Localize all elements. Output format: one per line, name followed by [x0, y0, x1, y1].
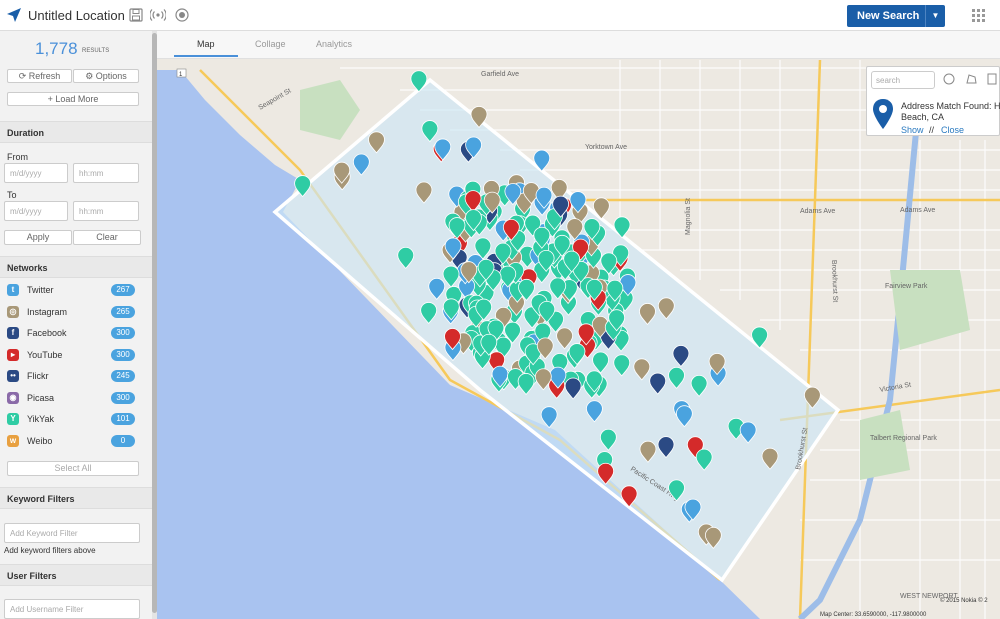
youtube-icon: ▸ — [7, 348, 19, 361]
network-count-badge: 245 — [111, 370, 135, 382]
network-facebook[interactable]: f Facebook 300 — [7, 326, 139, 340]
clear-button[interactable]: Clear — [73, 230, 141, 245]
duration-heading: Duration — [0, 121, 152, 143]
networks-heading: Networks — [0, 256, 152, 278]
network-name: Twitter — [27, 285, 54, 295]
picasa-icon: ◉ — [7, 391, 19, 404]
network-count-badge: 0 — [111, 434, 135, 447]
network-name: Instagram — [27, 306, 68, 317]
label-garfield: Garfield Ave — [481, 71, 519, 78]
show-link[interactable]: Show — [901, 125, 924, 135]
address-panel: search Address Match Found: H Beach, CA … — [866, 66, 1000, 136]
network-name: YikYak — [27, 414, 55, 424]
sidebar: 1,778 RESULTS ⟳ Refresh ⚙ Options + Load… — [0, 31, 152, 619]
network-count-badge: 300 — [111, 348, 135, 361]
from-label: From — [7, 152, 28, 162]
record-icon[interactable] — [175, 8, 189, 25]
network-count-badge: 101 — [111, 413, 135, 425]
map-canvas[interactable]: Garfield Ave Adams Ave Adams Ave Yorktow… — [157, 59, 1000, 619]
save-icon[interactable] — [129, 8, 143, 25]
map-pin-icon — [873, 99, 893, 132]
to-date-input[interactable]: m/d/yyyy — [4, 201, 68, 221]
active-tab-indicator — [174, 55, 238, 57]
location-arrow-icon — [6, 7, 22, 26]
label-adams2: Adams Ave — [900, 207, 935, 214]
result-label: RESULTS — [82, 48, 110, 54]
options-button[interactable]: ⚙ Options — [73, 69, 139, 83]
network-weibo[interactable]: w Weibo 0 — [7, 434, 139, 448]
link-separator: // — [929, 125, 935, 135]
label-adams: Adams Ave — [800, 208, 835, 215]
map-search-input[interactable]: search — [871, 71, 935, 89]
label-talbert: Talbert Regional Park — [870, 435, 937, 442]
network-count-badge: 300 — [111, 391, 135, 404]
select-all-button[interactable]: Select All — [7, 461, 139, 476]
instagram-icon: ◎ — [7, 305, 19, 318]
label-brookhurst: Brookhurst St — [830, 260, 838, 303]
rectangle-draw-icon[interactable] — [987, 73, 997, 88]
gear-icon: ⚙ — [85, 71, 96, 81]
location-title[interactable]: Untitled Location — [28, 8, 125, 23]
network-instagram[interactable]: ◎ Instagram 265 — [7, 305, 139, 319]
keyword-filters-heading: Keyword Filters — [0, 487, 152, 509]
network-count-badge: 300 — [111, 327, 135, 339]
options-label: Options — [95, 71, 127, 81]
network-count-badge: 267 — [111, 284, 135, 296]
network-name: YouTube — [27, 349, 63, 360]
network-flickr[interactable]: •• Flickr 245 — [7, 369, 139, 383]
to-time-input[interactable]: hh:mm — [73, 201, 139, 221]
close-link[interactable]: Close — [941, 125, 964, 135]
network-name: Facebook — [27, 328, 67, 338]
broadcast-icon[interactable] — [149, 8, 167, 25]
chevron-down-icon[interactable]: ▼ — [925, 5, 945, 27]
address-line2: Beach, CA — [901, 112, 945, 122]
network-youtube[interactable]: ▸ YouTube 300 — [7, 348, 139, 362]
new-search-button[interactable]: New Search ▼ — [847, 5, 945, 27]
network-twitter[interactable]: t Twitter 267 — [7, 283, 139, 297]
facebook-icon: f — [7, 327, 19, 339]
load-more-label: Load More — [55, 94, 99, 104]
tab-collage[interactable]: Collage — [255, 39, 286, 49]
keyword-filter-hint: Add keyword filters above — [4, 546, 96, 555]
network-name: Flickr — [27, 371, 49, 381]
map-svg[interactable]: Garfield Ave Adams Ave Adams Ave Yorktow… — [157, 59, 1000, 619]
map-copyright: © 2015 Nokia © 2 — [940, 598, 988, 604]
label-magnolia: Magnolia St — [685, 198, 692, 235]
keyword-filter-input[interactable]: Add Keyword Filter — [4, 523, 140, 543]
new-search-label: New Search — [857, 10, 920, 22]
network-picasa[interactable]: ◉ Picasa 300 — [7, 391, 139, 405]
refresh-button[interactable]: ⟳ Refresh — [7, 69, 72, 83]
network-name: Weibo — [27, 435, 53, 446]
refresh-icon: ⟳ — [18, 71, 29, 81]
to-label: To — [7, 190, 17, 200]
label-yorktown: Yorktown Ave — [585, 144, 627, 151]
refresh-label: Refresh — [28, 71, 61, 81]
from-date-input[interactable]: m/d/yyyy — [4, 163, 68, 183]
view-tabs: Map Collage Analytics — [157, 31, 1000, 59]
tab-analytics[interactable]: Analytics — [316, 39, 352, 49]
load-more-button[interactable]: + Load More — [7, 92, 139, 106]
map-center-readout: Map Center: 33.6590000, -117.9800000 — [820, 612, 927, 618]
result-count: 1,778 — [35, 39, 78, 58]
weibo-icon: w — [7, 434, 19, 447]
user-filters-heading: User Filters — [0, 564, 152, 586]
network-count-badge: 265 — [111, 305, 135, 318]
user-filter-input[interactable]: Add Username Filter — [4, 599, 140, 619]
polygon-draw-icon[interactable] — [965, 73, 977, 88]
from-time-input[interactable]: hh:mm — [73, 163, 139, 183]
flickr-icon: •• — [7, 370, 19, 382]
yikyak-icon: Y — [7, 413, 19, 425]
label-fairview: Fairview Park — [885, 283, 928, 290]
apps-grid-icon[interactable] — [972, 9, 986, 26]
tab-map[interactable]: Map — [197, 39, 215, 49]
top-bar: Untitled Location New Search ▼ — [0, 0, 1000, 31]
network-yikyak[interactable]: Y YikYak 101 — [7, 412, 139, 426]
circle-draw-icon[interactable] — [943, 73, 955, 88]
twitter-icon: t — [7, 284, 19, 296]
apply-button[interactable]: Apply — [4, 230, 72, 245]
network-name: Picasa — [27, 392, 55, 403]
address-line1: Address Match Found: H — [901, 101, 1000, 111]
